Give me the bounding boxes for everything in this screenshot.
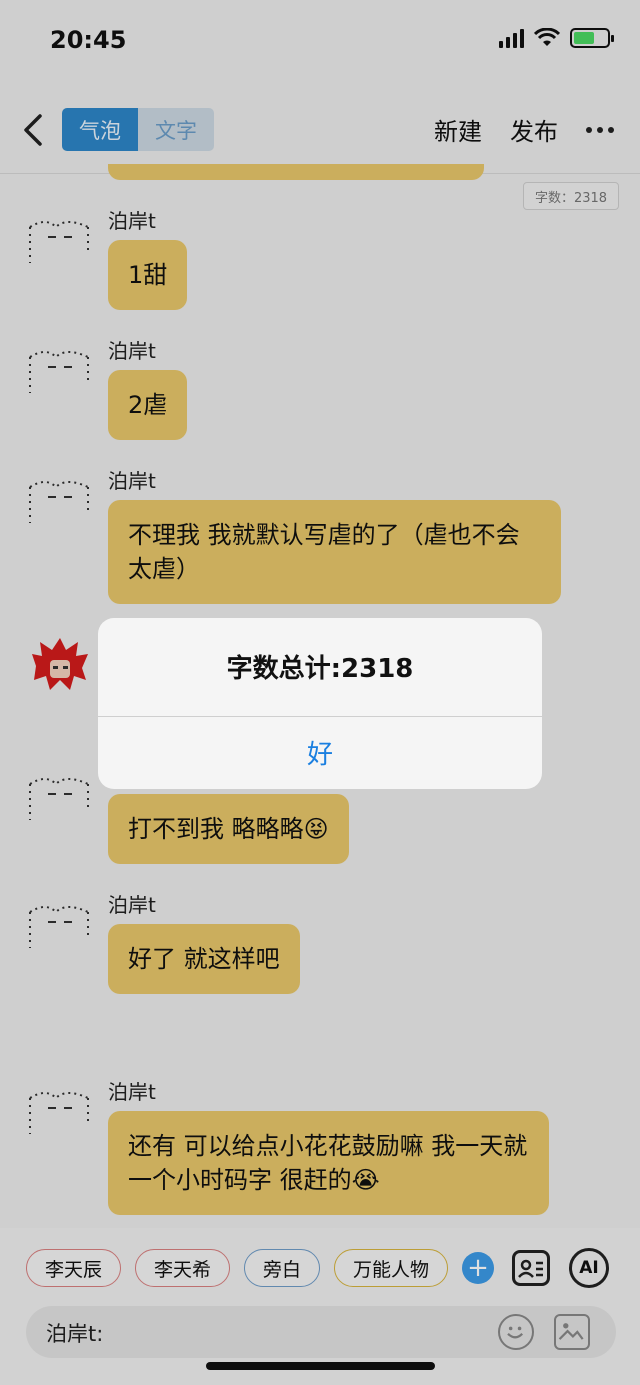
word-count-dialog: 字数总计:2318 好 [98, 618, 542, 789]
dialog-title: 字数总计:2318 [226, 654, 414, 684]
chat-screen: 20:45 气泡 文字 新建 发布 字数：2318 泊岸t 1甜 泊岸t 2虐 … [0, 0, 640, 1385]
dialog-ok-button[interactable]: 好 [98, 716, 542, 789]
